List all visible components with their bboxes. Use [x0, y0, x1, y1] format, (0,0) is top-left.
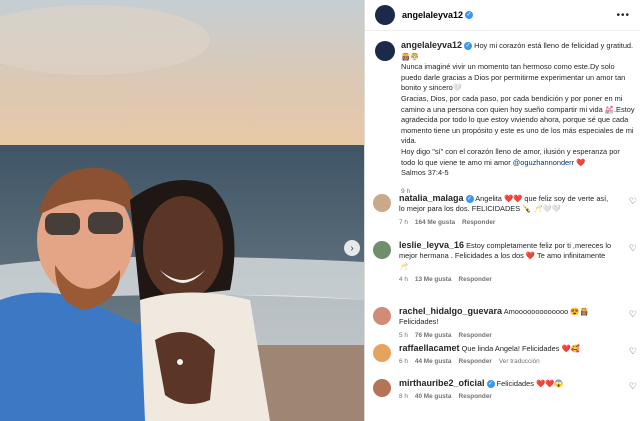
- comment-reply-button[interactable]: Responder: [462, 218, 495, 228]
- comment-text: Que linda Angela! Felicidades ❤️🥰: [461, 344, 580, 353]
- chevron-right-icon: ›: [350, 242, 354, 254]
- author-username[interactable]: angelaleyva12: [402, 10, 463, 20]
- caption-mention-link[interactable]: @oguzhannonderr: [513, 158, 574, 167]
- caption-heart: ❤️: [576, 157, 586, 167]
- caption-line-3: Gracias, Dios, por cada paso, por cada b…: [401, 93, 635, 146]
- caption-author-avatar[interactable]: [375, 41, 395, 61]
- commenter-avatar[interactable]: [373, 307, 391, 325]
- comment-item: leslie_leyva_16 Estoy completamente feli…: [373, 240, 637, 286]
- commenter-username[interactable]: mirthauribe2_oficial: [399, 378, 485, 388]
- comment-likes[interactable]: 164 Me gusta: [415, 218, 455, 228]
- commenter-username[interactable]: raffaellacamet: [399, 343, 460, 353]
- commenter-avatar[interactable]: [373, 241, 391, 259]
- commenter-avatar[interactable]: [373, 379, 391, 397]
- commenter-username[interactable]: rachel_hidalgo_guevara: [399, 306, 502, 316]
- comment-time[interactable]: 8 h: [399, 392, 408, 402]
- heart-outline-icon[interactable]: ♡: [629, 309, 637, 320]
- commenter-username[interactable]: leslie_leyva_16: [399, 240, 464, 250]
- verified-badge-icon: ✓: [464, 42, 473, 51]
- caption-line-2: Nunca imaginé vivir un momento tan hermo…: [401, 62, 626, 93]
- heart-outline-icon[interactable]: ♡: [629, 346, 637, 357]
- comment-item: rachel_hidalgo_guevara Amooooooooooooo 😍…: [373, 306, 637, 341]
- verified-badge-icon: ✓: [465, 195, 474, 204]
- comment-text: Felicidades ❤️❤️😱: [496, 379, 564, 388]
- comment-reply-button[interactable]: Responder: [458, 357, 491, 367]
- commenter-username[interactable]: natalia_malaga: [399, 193, 464, 203]
- carousel-next-button[interactable]: ›: [344, 240, 360, 256]
- comment-time[interactable]: 4 h: [399, 275, 408, 285]
- comment-item: raffaellacamet Que linda Angela! Felicid…: [373, 343, 637, 368]
- comment-time[interactable]: 7 h: [399, 218, 408, 228]
- post-side-panel: angelaleyva12 ✓ ••• angelaleyva12 ✓ Hoy m…: [364, 0, 640, 421]
- comment-item: natalia_malaga ✓ Angelita ❤️❤️ que feliz …: [373, 193, 637, 228]
- comment-time[interactable]: 5 h: [399, 331, 408, 341]
- caption-username[interactable]: angelaleyva12: [401, 40, 462, 50]
- comment-likes[interactable]: 40 Me gusta: [415, 392, 452, 402]
- commenter-avatar[interactable]: [373, 344, 391, 362]
- verified-badge-icon: ✓: [486, 380, 495, 389]
- comment-reply-button[interactable]: Responder: [458, 275, 491, 285]
- comment-item: mirthauribe2_oficial ✓ Felicidades ❤️❤️😱 …: [373, 378, 637, 403]
- see-translation-link[interactable]: Ver traducción: [499, 357, 540, 367]
- post-photo[interactable]: ›: [0, 0, 364, 421]
- caption-verse: Salmos 37:4-5: [401, 168, 449, 178]
- comment-likes[interactable]: 76 Me gusta: [415, 331, 452, 341]
- comment-likes[interactable]: 44 Me gusta: [415, 357, 452, 367]
- verified-badge-icon: ✓: [465, 11, 474, 19]
- post-caption: angelaleyva12 ✓ Hoy mi corazón está lleno…: [375, 40, 635, 197]
- couple-beach-photo: [0, 0, 364, 421]
- author-avatar[interactable]: [375, 5, 395, 25]
- commenter-avatar[interactable]: [373, 194, 391, 212]
- caption-line-4: Hoy digo "sí" con el corazón lleno de am…: [401, 146, 620, 167]
- heart-outline-icon[interactable]: ♡: [629, 243, 637, 254]
- post-header: angelaleyva12 ✓ •••: [365, 0, 640, 31]
- more-options-icon[interactable]: •••: [616, 10, 630, 21]
- comment-reply-button[interactable]: Responder: [458, 331, 491, 341]
- heart-outline-icon[interactable]: ♡: [629, 196, 637, 207]
- comment-likes[interactable]: 13 Me gusta: [415, 275, 452, 285]
- heart-outline-icon[interactable]: ♡: [629, 381, 637, 392]
- comment-time[interactable]: 6 h: [399, 357, 408, 367]
- comment-reply-button[interactable]: Responder: [458, 392, 491, 402]
